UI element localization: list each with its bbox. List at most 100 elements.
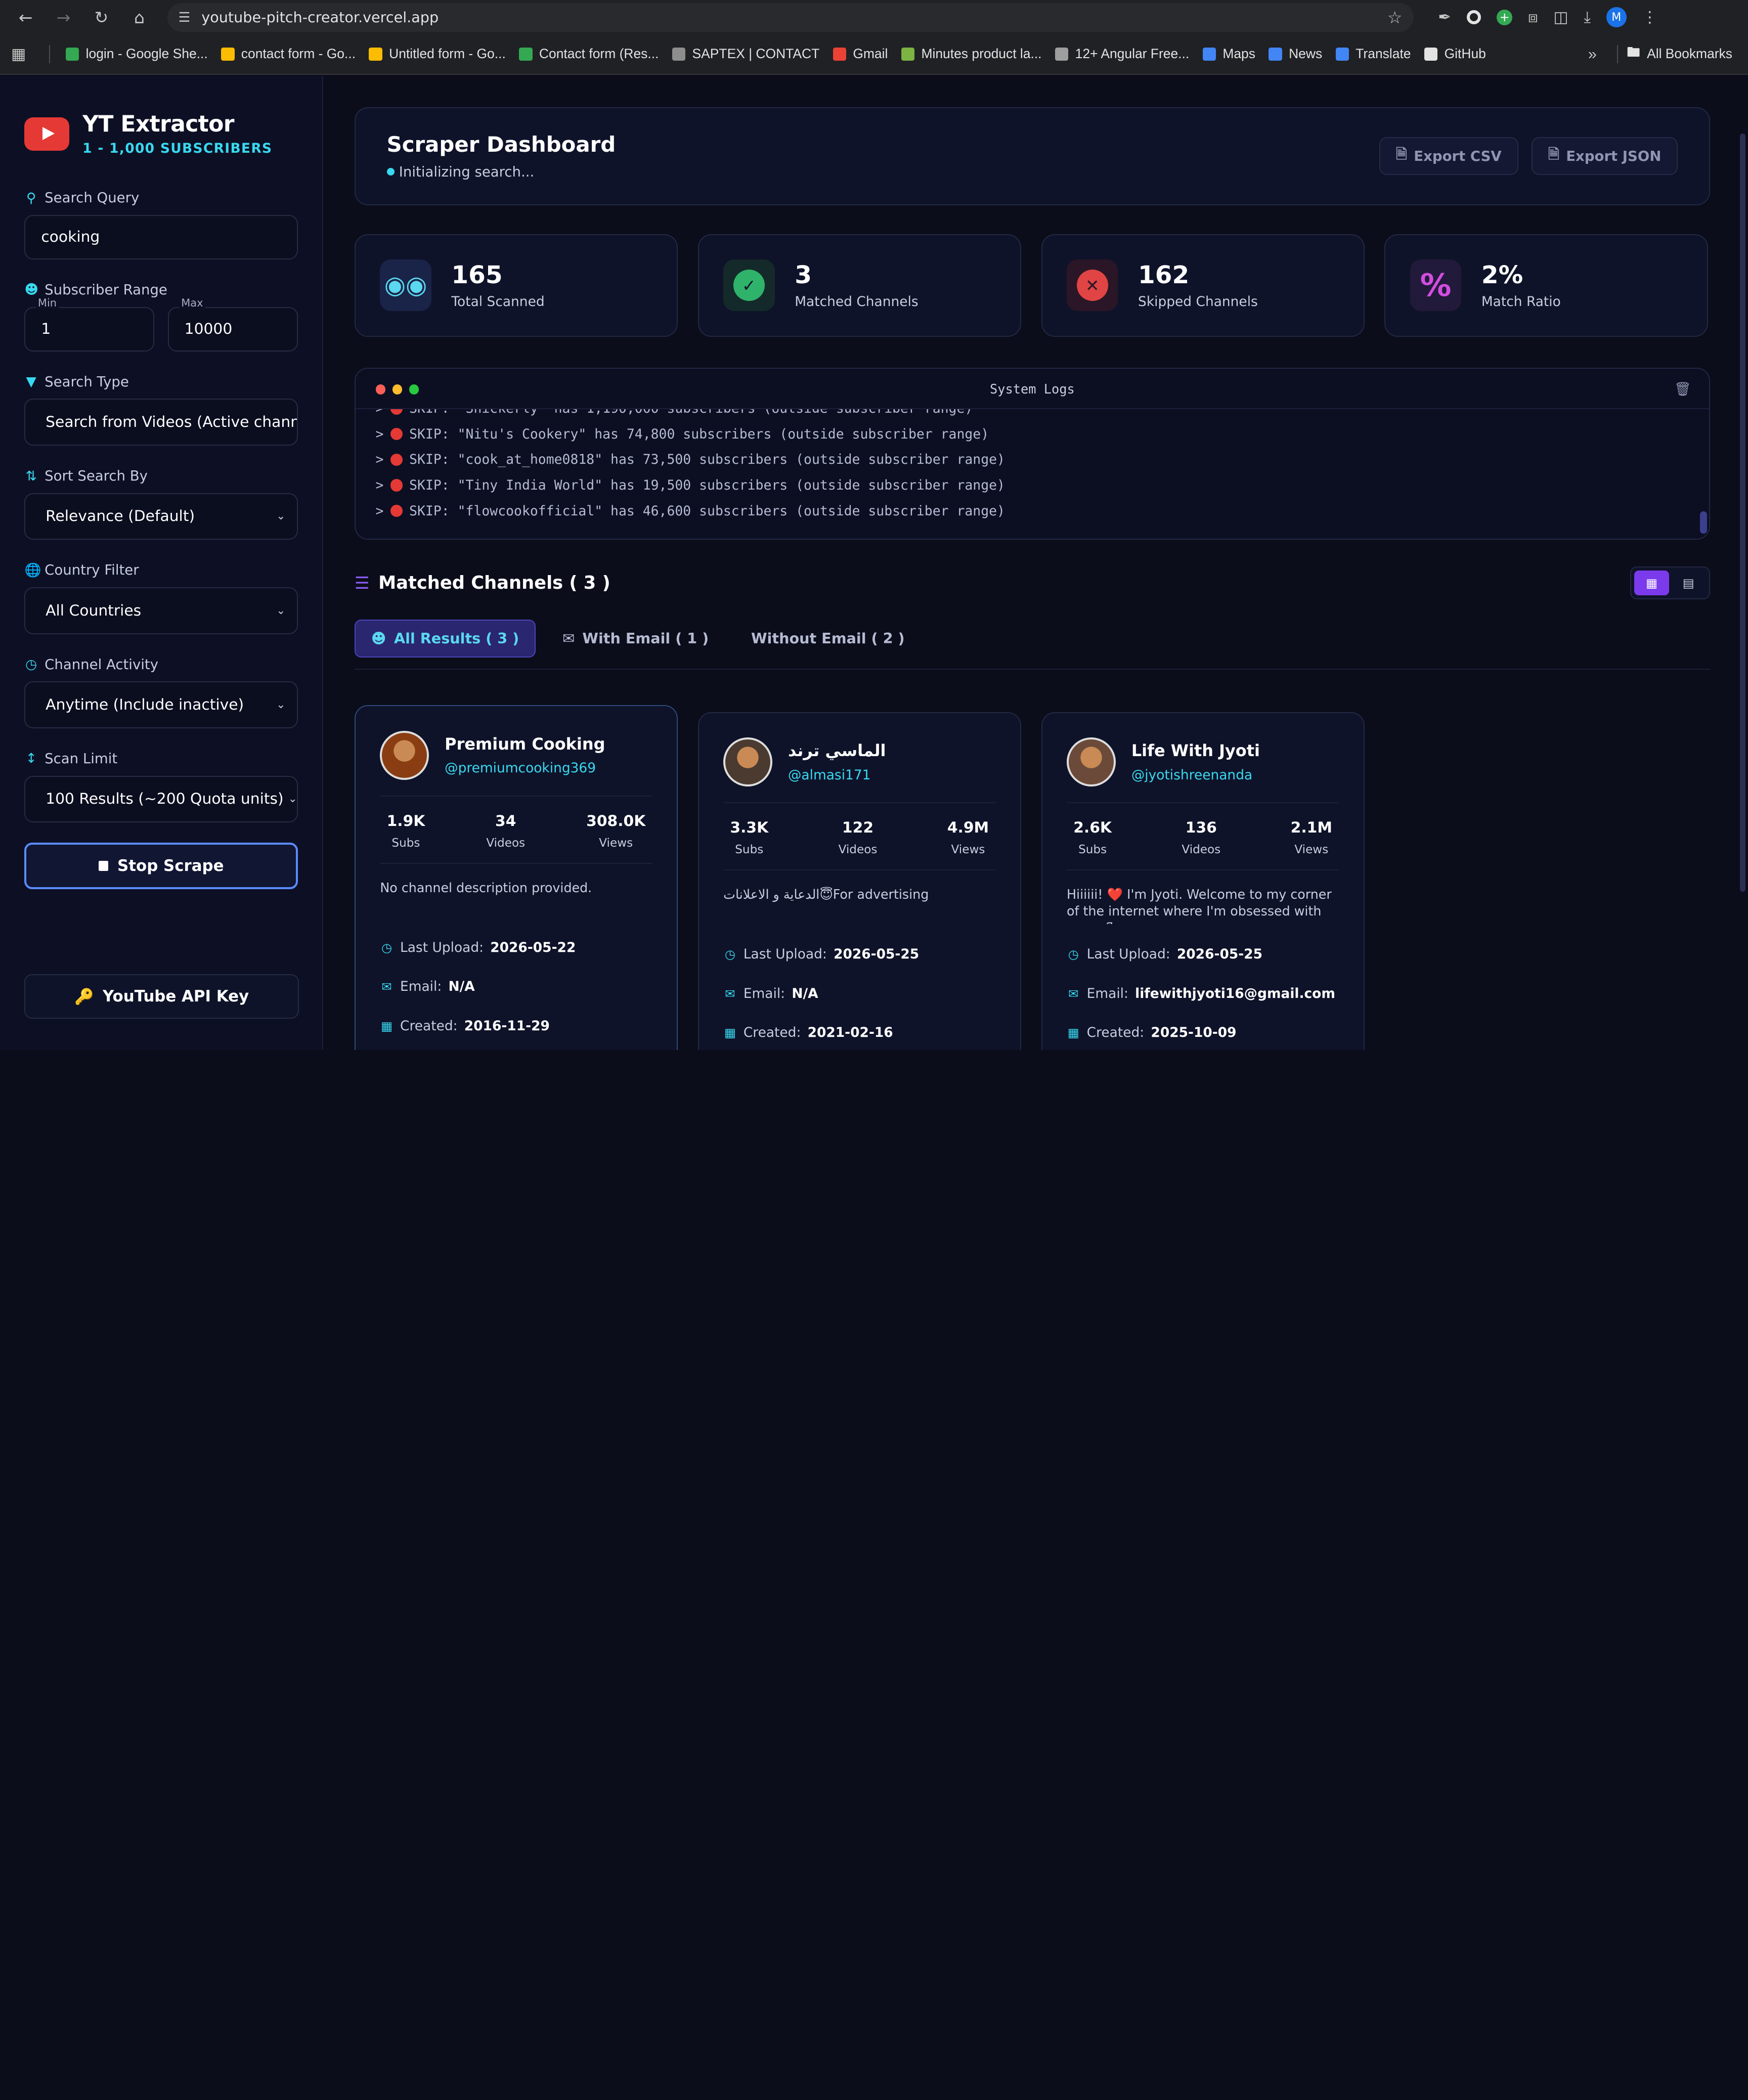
email-label: Email: xyxy=(400,979,442,995)
scan-limit-select[interactable]: 100 Results (~200 Quota units) ⌄ xyxy=(24,775,298,823)
grid-view-icon[interactable]: ▦ xyxy=(1634,571,1669,595)
avatar[interactable] xyxy=(380,730,429,780)
profile-avatar[interactable]: M xyxy=(1606,7,1627,27)
more-bookmarks-icon[interactable]: » xyxy=(1577,45,1608,63)
channel-name[interactable]: Premium Cooking xyxy=(445,734,605,754)
clock-icon: ◷ xyxy=(25,657,37,673)
videos-label: Videos xyxy=(1182,843,1221,856)
channel-name[interactable]: الماسي ترند xyxy=(788,741,886,760)
table-view-icon[interactable]: ▤ xyxy=(1671,571,1706,595)
bookmark-item[interactable]: login - Google She... xyxy=(59,38,214,70)
stop-scrape-button[interactable]: Stop Scrape xyxy=(24,842,298,890)
channel-card[interactable]: Premium Cooking @premiumcooking369 1.9K S… xyxy=(354,705,678,1051)
channel-name[interactable]: Life With Jyoti xyxy=(1131,741,1260,760)
page-scrollbar[interactable] xyxy=(1740,134,1746,892)
site-settings-icon[interactable]: ☰ xyxy=(179,10,191,25)
tab-with-email[interactable]: ✉ With Email ( 1 ) xyxy=(547,620,724,658)
channel-handle[interactable]: @jyotishreenanda xyxy=(1131,767,1260,783)
country-select[interactable]: All Countries ⌄ xyxy=(24,587,298,634)
api-key-button[interactable]: 🔑 YouTube API Key xyxy=(24,974,299,1019)
sort-select[interactable]: Relevance (Default) ⌄ xyxy=(24,493,298,540)
bookmark-item[interactable]: SAPTEX | CONTACT xyxy=(666,38,826,70)
logs-scrollbar[interactable] xyxy=(1700,511,1707,534)
bookmark-item[interactable]: Translate xyxy=(1329,38,1417,70)
stat-skipped: ✕ 162 Skipped Channels xyxy=(1041,234,1365,337)
bookmark-item[interactable]: 12+ Angular Free... xyxy=(1048,38,1196,70)
trash-icon[interactable]: 🗑 xyxy=(1674,381,1691,397)
max-subscribers-input[interactable]: 10000 xyxy=(167,307,298,352)
bookmark-label: Untitled form - Go... xyxy=(389,46,506,62)
videos-value: 136 xyxy=(1185,818,1217,837)
export-csv-button[interactable]: 🗎 Export CSV xyxy=(1379,137,1518,175)
menu-kebab-icon[interactable]: ⋮ xyxy=(1642,8,1657,26)
home-icon[interactable]: ⌂ xyxy=(122,3,156,32)
sort-icon: ⇅ xyxy=(25,468,37,484)
email-value[interactable]: lifewithjyoti16@gmail.com xyxy=(1135,986,1335,1001)
log-prompt: > xyxy=(375,452,384,468)
download-icon[interactable]: ⤓ xyxy=(1584,8,1591,27)
subs-stat: 2.6K Subs xyxy=(1073,819,1112,856)
bookmark-item[interactable]: contact form - Go... xyxy=(214,38,362,70)
folder-icon: 🖿 xyxy=(1627,45,1640,60)
avatar[interactable] xyxy=(723,737,773,787)
json-file-icon: 🗎 xyxy=(1548,146,1560,162)
all-bookmarks-button[interactable]: 🖿 All Bookmarks xyxy=(1627,42,1736,65)
bookmark-item[interactable]: Minutes product la... xyxy=(895,38,1048,70)
forward-icon[interactable]: → xyxy=(47,3,80,32)
apps-grid-icon[interactable]: ▦ xyxy=(11,45,40,63)
system-logs-panel: >SKIP: "Snickerly" has 1,190,000 subscri… xyxy=(354,368,1710,540)
channel-card[interactable]: Life With Jyoti @jyotishreenanda 2.6K Sub… xyxy=(1041,712,1365,1051)
reload-icon[interactable]: ↻ xyxy=(84,3,118,32)
export-json-button[interactable]: 🗎 Export JSON xyxy=(1532,137,1678,175)
bookmark-favicon-icon xyxy=(66,47,79,61)
back-icon[interactable]: ← xyxy=(9,3,42,32)
email-value[interactable]: N/A xyxy=(792,986,818,1001)
bookmark-label: 12+ Angular Free... xyxy=(1075,46,1190,62)
view-toggle: ▦ ▤ xyxy=(1630,566,1710,600)
stat-matched: ✓ 3 Matched Channels xyxy=(697,234,1021,337)
channel-handle[interactable]: @premiumcooking369 xyxy=(445,760,605,776)
address-bar[interactable]: ☰ youtube-pitch-creator.vercel.app ☆ xyxy=(167,3,1414,32)
avatar[interactable] xyxy=(1067,737,1116,787)
bookmark-item[interactable]: GitHub xyxy=(1418,38,1493,70)
plus-extension-icon[interactable]: + xyxy=(1497,9,1513,25)
bookmark-favicon-icon xyxy=(1055,47,1069,61)
calendar-icon: ▦ xyxy=(1067,1025,1079,1040)
last-upload-row: ◷ Last Upload: 2026-05-25 xyxy=(1067,946,1339,962)
card-header: Life With Jyoti @jyotishreenanda xyxy=(1067,737,1339,803)
bookmark-item[interactable]: Maps xyxy=(1196,38,1262,70)
stop-scrape-label: Stop Scrape xyxy=(117,857,224,876)
search-query-input[interactable]: cooking xyxy=(24,214,298,259)
views-stat: 308.0K Views xyxy=(586,812,645,850)
puzzle-extensions-icon[interactable]: ⧈ xyxy=(1528,8,1538,27)
circle-extension-icon[interactable] xyxy=(1466,10,1481,25)
tab-without-email[interactable]: Without Email ( 2 ) xyxy=(735,620,920,658)
min-subscribers-input[interactable]: 1 xyxy=(24,307,155,352)
clock-icon: ◷ xyxy=(724,947,735,962)
pen-extension-icon[interactable]: ✒ xyxy=(1438,8,1451,26)
views-value: 2.1M xyxy=(1290,818,1332,837)
bookmark-item[interactable]: News xyxy=(1262,38,1329,70)
log-line: > SKIP: "flowcookofficial" has 46,600 sub… xyxy=(376,498,1687,524)
sidebar: YT Extractor 1 - 1,000 SUBSCRIBERS ⚲ Sea… xyxy=(0,75,324,1051)
bookmark-star-icon[interactable]: ☆ xyxy=(1387,8,1403,27)
bookmark-item[interactable]: Untitled form - Go... xyxy=(362,38,512,70)
search-type-select[interactable]: Search from Videos (Active channe ⌄ xyxy=(24,399,298,446)
log-lines[interactable]: >SKIP: "Snickerly" has 1,190,000 subscri… xyxy=(376,396,1687,523)
channel-handle[interactable]: @almasi171 xyxy=(788,767,886,783)
log-line: > SKIP: "Tiny India World" has 19,500 sub… xyxy=(376,472,1687,498)
bookmark-item[interactable]: Gmail xyxy=(826,38,894,70)
tab-search-icon[interactable]: ◫ xyxy=(1553,8,1568,26)
bookmark-item[interactable]: Contact form (Res... xyxy=(512,38,666,70)
tab-all-results[interactable]: ☻ All Results ( 3 ) xyxy=(354,619,536,658)
email-value[interactable]: N/A xyxy=(448,979,474,994)
channel-description: Hiiiiii! ❤️ I'm Jyoti. Welcome to my cor… xyxy=(1067,887,1332,924)
bookmark-favicon-icon xyxy=(1424,47,1438,61)
calendar-icon: ▦ xyxy=(381,1018,393,1033)
channel-card[interactable]: الماسي ترند @almasi171 3.3K Subs 122 Video… xyxy=(697,712,1021,1051)
channel-activity-select[interactable]: Anytime (Include inactive) ⌄ xyxy=(24,681,298,728)
export-csv-label: Export CSV xyxy=(1414,148,1502,164)
bookmark-label: Gmail xyxy=(853,46,888,62)
yellow-dot-icon xyxy=(392,384,403,395)
logs-header: System Logs 🗑 xyxy=(356,369,1709,409)
